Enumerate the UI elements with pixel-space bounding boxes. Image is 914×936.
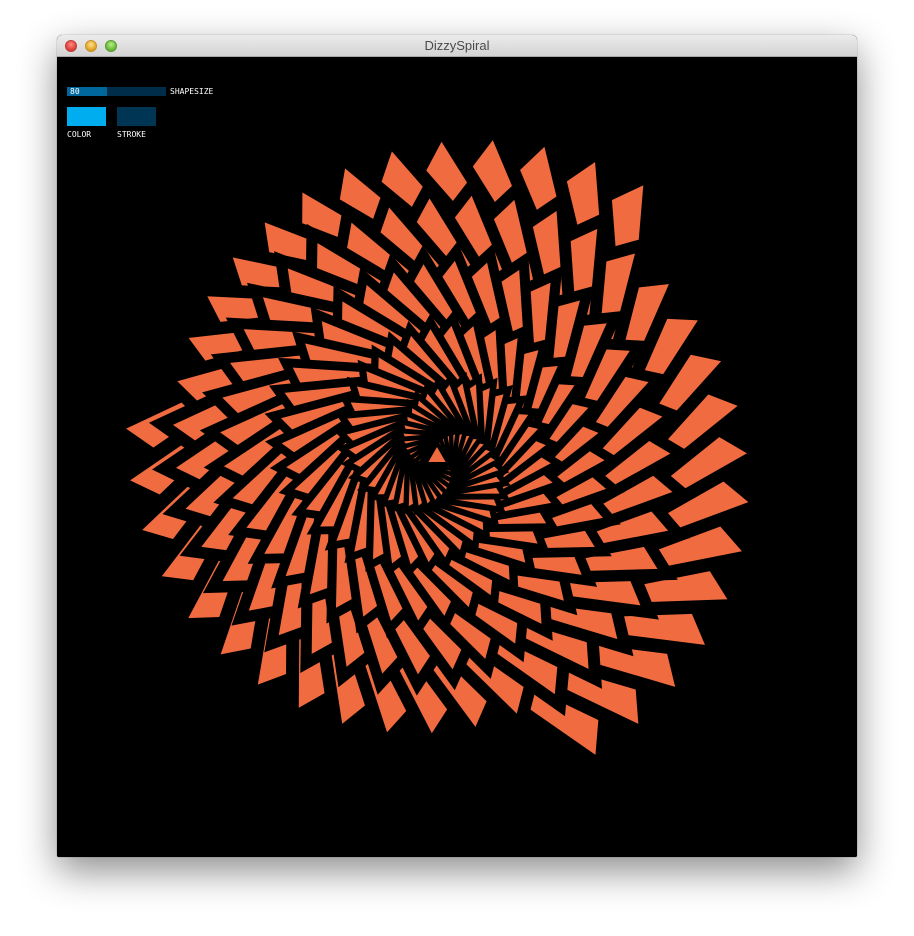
shapesize-slider[interactable]: 80: [67, 87, 166, 96]
stroke-label: STROKE: [117, 130, 146, 139]
color-button[interactable]: [67, 107, 106, 126]
shapesize-label: SHAPESIZE: [170, 87, 214, 96]
color-label: COLOR: [67, 130, 92, 139]
title-bar[interactable]: DizzySpiral: [57, 35, 857, 57]
app-window: DizzySpiral 80 SHAPESIZE COLOR STROKE: [57, 35, 857, 857]
control-panel: 80 SHAPESIZE COLOR STROKE: [57, 57, 257, 157]
dizzy-spiral-drawing: [98, 113, 775, 781]
window-title: DizzySpiral: [424, 38, 490, 53]
sketch-canvas[interactable]: 80 SHAPESIZE COLOR STROKE: [57, 57, 857, 857]
stroke-button[interactable]: [117, 107, 156, 126]
shapesize-value: 80: [70, 87, 80, 96]
